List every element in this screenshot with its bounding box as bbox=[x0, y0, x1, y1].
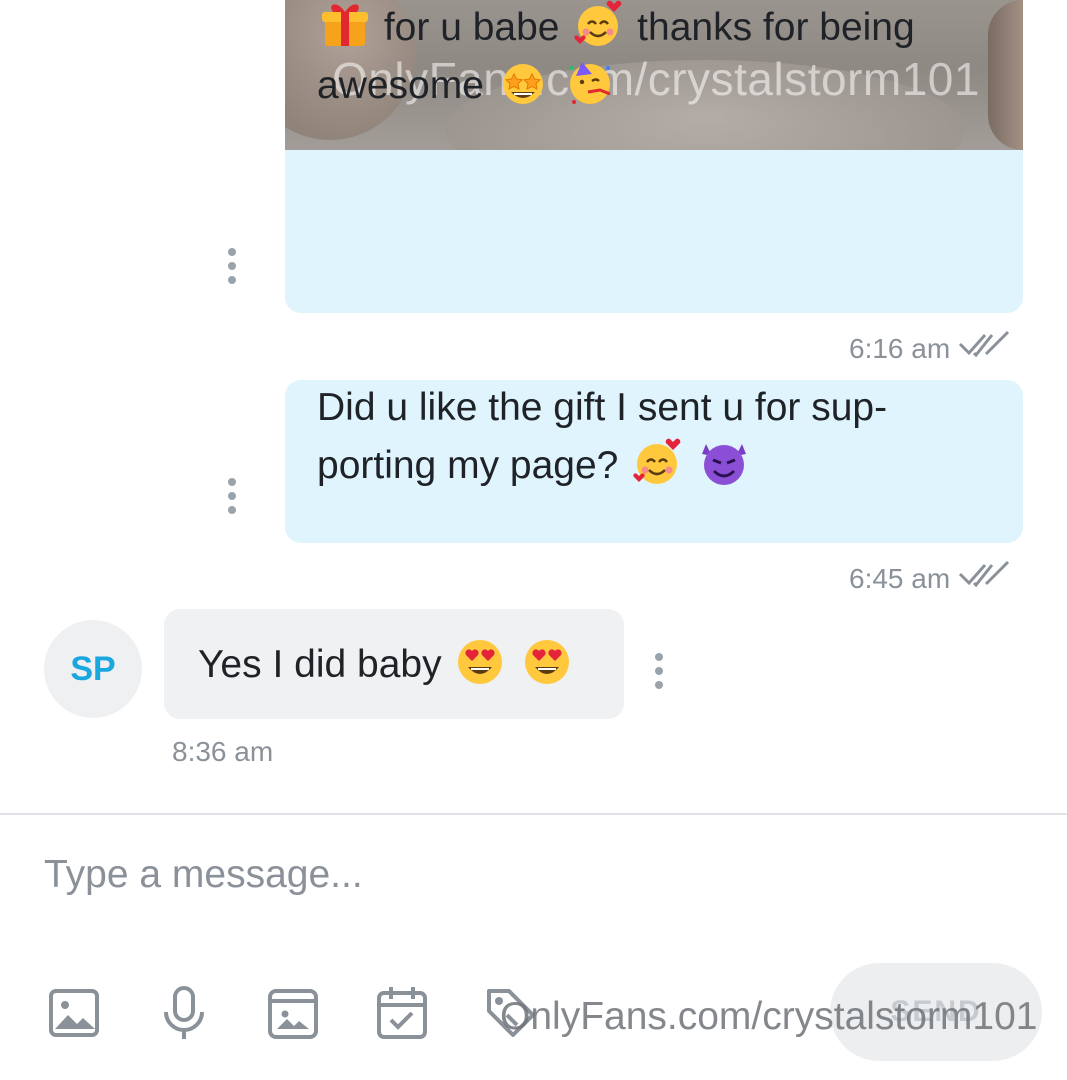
message-options-button[interactable] bbox=[226, 478, 238, 514]
media-image-region bbox=[988, 0, 1023, 150]
message-options-button[interactable] bbox=[653, 653, 665, 689]
message-text: Did u like the gift I sent u for sup- bbox=[317, 386, 888, 429]
message-input[interactable] bbox=[44, 845, 1024, 905]
message-text: thanks for being bbox=[637, 6, 915, 49]
smiling-face-with-hearts-emoji-icon bbox=[631, 436, 683, 488]
message-text: porting my page? bbox=[317, 444, 619, 487]
microphone-icon[interactable] bbox=[156, 983, 212, 1043]
message-text: Yes I did baby bbox=[198, 643, 442, 686]
message-line: for u babe thanks for being bbox=[317, 0, 991, 56]
smiling-face-with-hearts-emoji-icon bbox=[572, 0, 624, 50]
message-meta: 6:45 am bbox=[849, 560, 1010, 597]
message-timestamp: 8:36 am bbox=[172, 736, 274, 767]
message-timestamp: 6:45 am bbox=[849, 562, 951, 594]
composer-divider bbox=[0, 813, 1067, 815]
outgoing-message-bubble: Did u like the gift I sent u for sup- po… bbox=[285, 380, 1023, 543]
star-struck-emoji-icon bbox=[497, 56, 549, 108]
avatar-initials: SP bbox=[70, 649, 116, 688]
avatar[interactable]: SP bbox=[44, 620, 142, 718]
message-line: Yes I did baby bbox=[198, 635, 575, 693]
double-check-icon bbox=[958, 560, 1010, 597]
price-tag-icon[interactable] bbox=[483, 983, 539, 1043]
message-text: awesome bbox=[317, 64, 484, 107]
message-timestamp: 6:16 am bbox=[849, 332, 951, 364]
outgoing-message-bubble: for u babe thanks for being awesome bbox=[285, 0, 1023, 313]
message-meta: 8:36 am bbox=[172, 736, 273, 768]
heart-eyes-emoji-icon bbox=[454, 635, 506, 687]
image-icon[interactable] bbox=[46, 983, 102, 1043]
message-line: awesome bbox=[317, 56, 991, 114]
heart-eyes-emoji-icon bbox=[521, 635, 573, 687]
smiling-face-with-horns-emoji-icon bbox=[698, 436, 750, 488]
incoming-message-bubble: Yes I did baby bbox=[164, 609, 624, 719]
partying-face-emoji-icon bbox=[564, 56, 616, 108]
message-meta: 6:16 am bbox=[849, 330, 1010, 367]
message-line: porting my page? bbox=[317, 436, 991, 494]
send-button[interactable]: SEND bbox=[830, 963, 1042, 1061]
wrapped-gift-emoji-icon bbox=[319, 0, 371, 50]
message-options-button[interactable] bbox=[226, 248, 238, 284]
message-text: for u babe bbox=[383, 6, 560, 49]
vault-icon[interactable] bbox=[265, 983, 321, 1043]
double-check-icon bbox=[958, 330, 1010, 367]
calendar-icon[interactable] bbox=[374, 983, 430, 1043]
